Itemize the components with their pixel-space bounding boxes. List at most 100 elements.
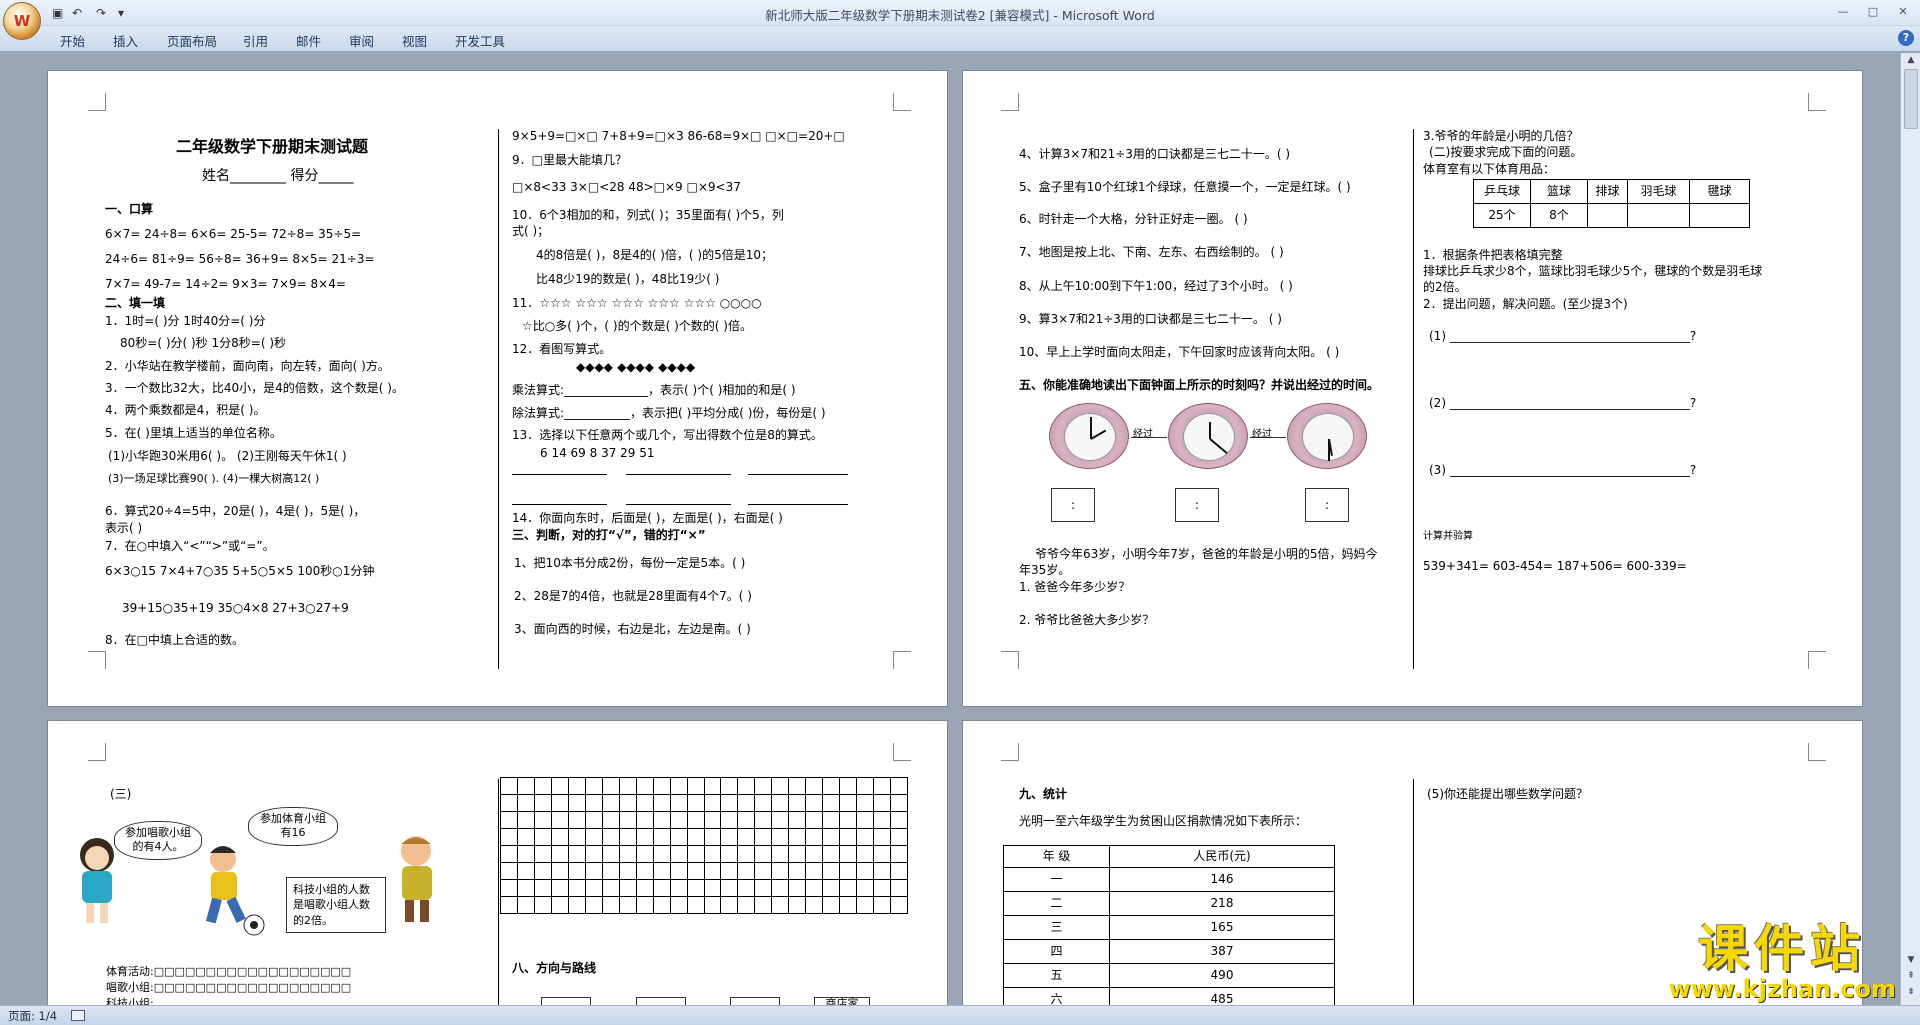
grid-cell bbox=[857, 829, 875, 846]
grid-cell bbox=[568, 863, 586, 880]
document-page-3[interactable]: (三) 参加唱歌小组的有4人。 参加体育小组有16 科技小组的人数是唱歌小组人数… bbox=[47, 720, 948, 1010]
grid-cell bbox=[772, 829, 790, 846]
time-answer-box[interactable]: : bbox=[1305, 488, 1349, 522]
grid-cell bbox=[823, 812, 841, 829]
text-line: 14．你面向东时，后面是( )，左面是( )，右面是( ) bbox=[512, 511, 783, 525]
grid-cell bbox=[670, 795, 688, 812]
grid-cell bbox=[772, 795, 790, 812]
text-line: 13．选择以下任意两个或几个，写出得数个位是8的算式。 bbox=[512, 428, 823, 442]
answer-line bbox=[626, 504, 731, 505]
minimize-button[interactable]: — bbox=[1830, 2, 1856, 21]
table-cell[interactable]: 25个 bbox=[1473, 203, 1531, 228]
grid-cell bbox=[501, 829, 518, 846]
tab-page-layout[interactable]: 页面布局 bbox=[167, 31, 217, 50]
grid-cell bbox=[721, 846, 739, 863]
grid-cell bbox=[602, 812, 620, 829]
grid-cell bbox=[619, 795, 637, 812]
text-line: 2、28是7的4倍，也就是28里面有4个7。( ) bbox=[514, 589, 752, 603]
crop-mark bbox=[1001, 743, 1019, 761]
grid-cell bbox=[721, 863, 739, 880]
text-line: 比48少19的数是( )，48比19少( ) bbox=[536, 272, 720, 286]
table-cell[interactable]: 8个 bbox=[1530, 203, 1588, 228]
table-cell[interactable] bbox=[1587, 203, 1628, 228]
grid-cell bbox=[755, 795, 773, 812]
grid-cell bbox=[534, 812, 552, 829]
office-button[interactable]: W bbox=[3, 2, 41, 40]
close-button[interactable]: ✕ bbox=[1890, 2, 1916, 21]
grid-cell bbox=[789, 880, 807, 897]
grid-cell bbox=[874, 795, 892, 812]
grid-cell bbox=[501, 880, 518, 897]
page-indicator[interactable]: 页面: 1/4 bbox=[8, 1008, 57, 1024]
crop-mark bbox=[893, 743, 911, 761]
ribbon-tabs: 开始 插入 页面布局 引用 邮件 审阅 视图 开发工具 ? bbox=[0, 26, 1920, 52]
text-line: 7×7= 49-7= 14÷2= 9×3= 7×9= 8×4= bbox=[105, 277, 346, 291]
name-score-line: 姓名________ 得分_____ bbox=[202, 168, 354, 184]
table-cell: 五 bbox=[1003, 963, 1110, 988]
table-cell[interactable] bbox=[1689, 203, 1750, 228]
time-answer-box[interactable]: : bbox=[1175, 488, 1219, 522]
grid-cell bbox=[789, 829, 807, 846]
grid-cell bbox=[534, 880, 552, 897]
text-line: □×8<33 3×□<28 48>□×9 □×9<37 bbox=[512, 180, 741, 194]
grid-cell bbox=[840, 778, 858, 795]
table-cell[interactable] bbox=[1627, 203, 1690, 228]
grid-cell bbox=[840, 880, 858, 897]
grid-cell bbox=[636, 863, 654, 880]
crop-mark bbox=[88, 743, 106, 761]
document-page-1[interactable]: 二年级数学下册期末测试题 姓名________ 得分_____ 一、口算 6×7… bbox=[47, 70, 948, 707]
text-line: (二)按要求完成下面的问题。 bbox=[1429, 145, 1583, 159]
tab-insert[interactable]: 插入 bbox=[113, 31, 138, 50]
text-line: 539+341= 603-454= 187+506= 600-339= bbox=[1423, 559, 1687, 573]
grid-cell bbox=[704, 846, 722, 863]
maximize-button[interactable]: □ bbox=[1860, 2, 1886, 21]
tab-review[interactable]: 审阅 bbox=[349, 31, 374, 50]
grid-cell bbox=[755, 846, 773, 863]
time-answer-box[interactable]: : bbox=[1051, 488, 1095, 522]
scroll-down-icon[interactable]: ▼ bbox=[1904, 955, 1918, 967]
text-line: 年35岁。 bbox=[1019, 563, 1071, 577]
text-line: 2．提出问题，解决问题。(至少提3个) bbox=[1423, 297, 1628, 311]
crop-mark bbox=[1808, 93, 1826, 111]
scroll-thumb[interactable] bbox=[1904, 69, 1918, 129]
grid-cell bbox=[653, 795, 671, 812]
text-line: 计算并验算 bbox=[1423, 531, 1473, 542]
text-line: 光明一至六年级学生为贫困山区捐款情况如下表所示： bbox=[1019, 814, 1308, 828]
clock-face-2 bbox=[1168, 403, 1248, 469]
grid-cell bbox=[568, 880, 586, 897]
grid-cell bbox=[534, 778, 552, 795]
proofing-icon[interactable] bbox=[71, 1010, 86, 1021]
tab-home[interactable]: 开始 bbox=[60, 31, 85, 50]
grid-cell bbox=[721, 880, 739, 897]
grid-cell bbox=[517, 846, 535, 863]
table-cell: 387 bbox=[1109, 939, 1335, 964]
grid-cell bbox=[636, 778, 654, 795]
grid-cell bbox=[806, 829, 824, 846]
tab-view[interactable]: 视图 bbox=[402, 31, 427, 50]
grid-cell bbox=[772, 880, 790, 897]
text-line: 除法算式:___________，表示把( )平均分成( )份，每份是( ) bbox=[512, 406, 826, 420]
help-icon[interactable]: ? bbox=[1898, 30, 1914, 46]
tab-references[interactable]: 引用 bbox=[243, 31, 268, 50]
grid-cell bbox=[721, 778, 739, 795]
scroll-up-icon[interactable]: ▲ bbox=[1904, 55, 1918, 67]
grid-cell bbox=[857, 795, 875, 812]
text-line: 6×3○15 7×4+7○35 5+5○5×5 100秒○1分钟 bbox=[105, 564, 375, 578]
next-page-icon[interactable]: ⇟ bbox=[1904, 987, 1918, 999]
text-line: 1．根据条件把表格填完整 bbox=[1423, 248, 1563, 262]
grid-cell bbox=[857, 778, 875, 795]
prev-page-icon[interactable]: ⇞ bbox=[1904, 971, 1918, 983]
text-line: 2. 爷爷比爸爸大多少岁？ bbox=[1019, 613, 1155, 627]
grid-cell bbox=[687, 846, 705, 863]
text-line: 1. 爸爸今年多少岁？ bbox=[1019, 580, 1131, 594]
grid-cell bbox=[840, 863, 858, 880]
grid-cell bbox=[772, 812, 790, 829]
document-page-2[interactable]: 4、计算3×7和21÷3用的口诀都是三七二十一。( ) 5、盒子里有10个红球1… bbox=[962, 70, 1863, 707]
tab-mailings[interactable]: 邮件 bbox=[296, 31, 321, 50]
grid-cell bbox=[585, 863, 603, 880]
diamond-figure: ◆◆◆◆ ◆◆◆◆ ◆◆◆◆ bbox=[576, 360, 696, 374]
grid-cell bbox=[551, 829, 569, 846]
grid-cell bbox=[636, 846, 654, 863]
tab-developer[interactable]: 开发工具 bbox=[455, 31, 505, 50]
vertical-scrollbar[interactable]: ▲ ▼ ⇞ ⇟ bbox=[1900, 53, 1920, 1005]
